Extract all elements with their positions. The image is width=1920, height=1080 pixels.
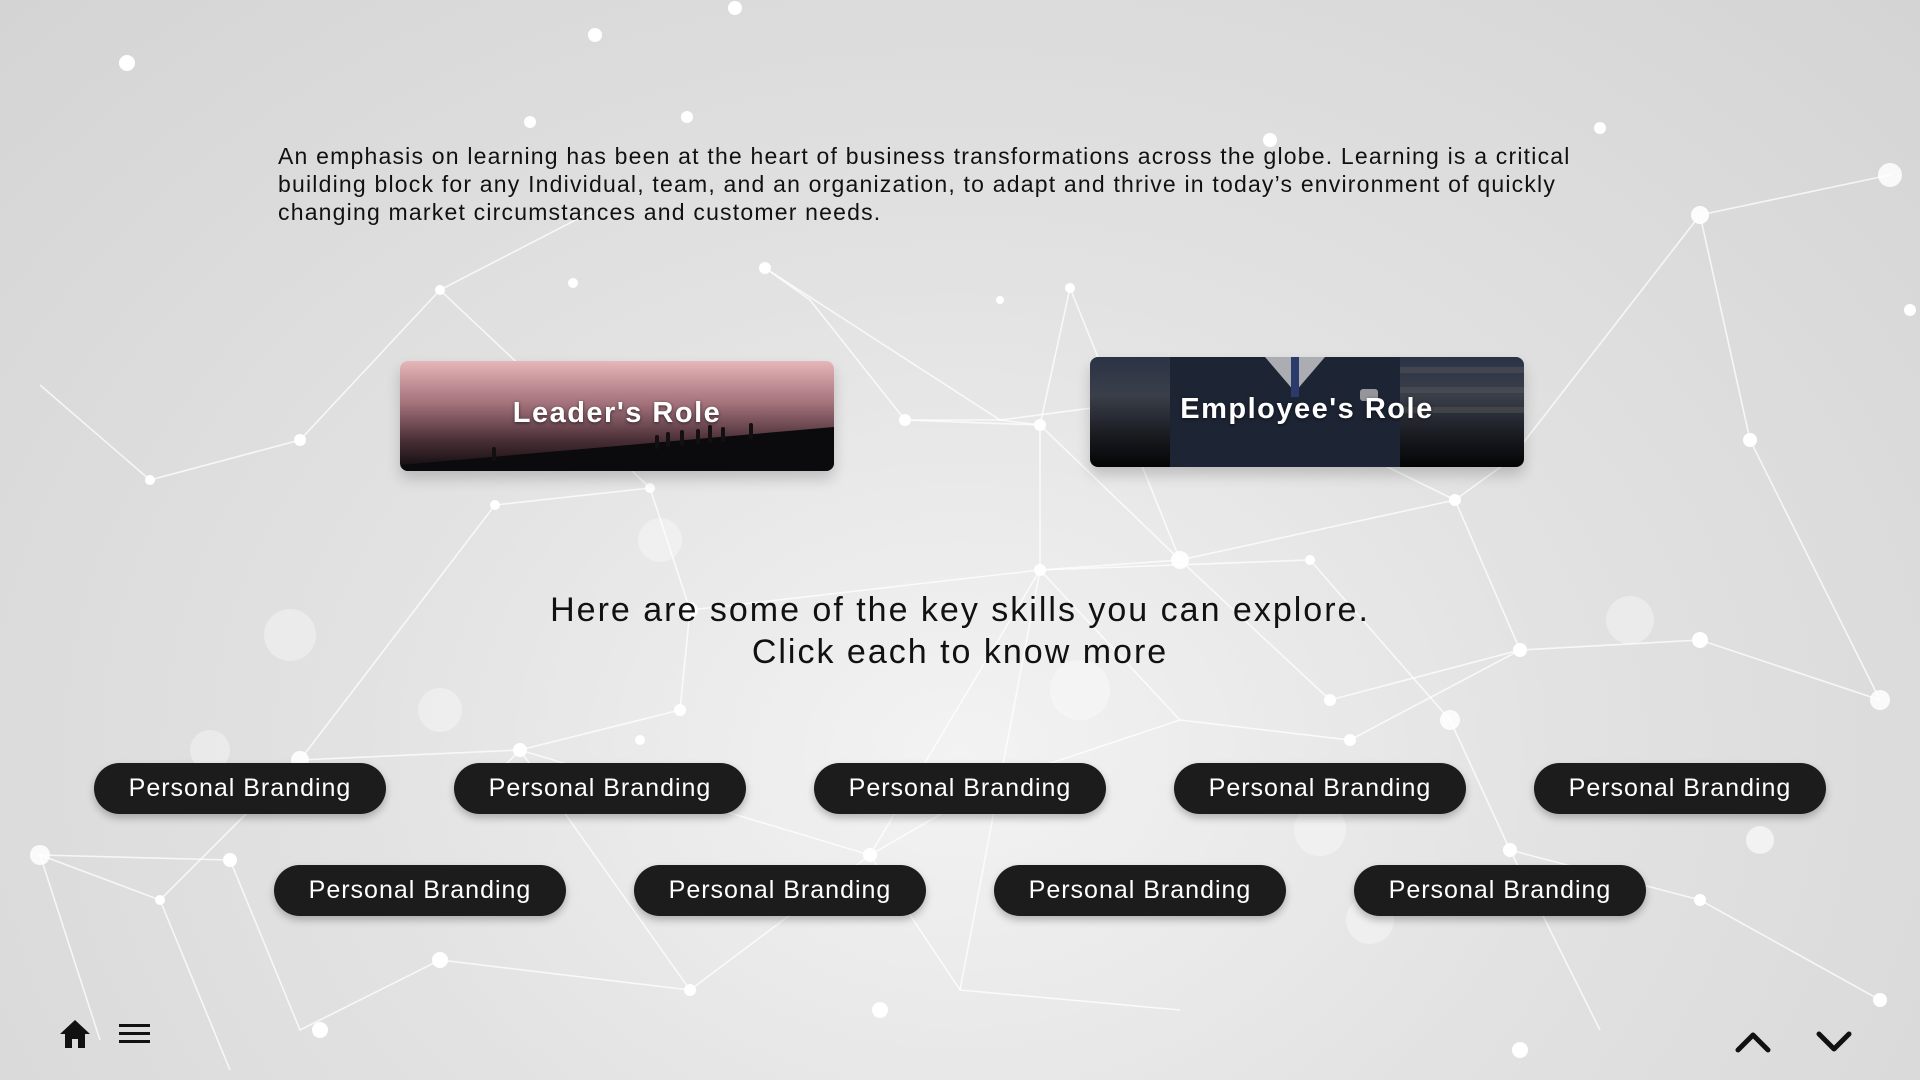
skills-prompt-line2: Click each to know more — [751, 633, 1169, 671]
employees-role-label: Employee's Role — [1180, 393, 1434, 425]
skill-button[interactable]: Personal Branding — [634, 865, 926, 916]
skill-button[interactable]: Personal Branding — [94, 763, 386, 814]
skills-prompt-line1: Here are some of the key skills you can … — [550, 591, 1370, 629]
skill-button[interactable]: Personal Branding — [814, 763, 1106, 814]
skill-button[interactable]: Personal Branding — [454, 763, 746, 814]
leaders-role-card[interactable]: Leader's Role — [400, 361, 834, 471]
intro-paragraph: An emphasis on learning has been at the … — [278, 143, 1571, 225]
chevron-down-icon[interactable] — [1815, 1026, 1853, 1056]
skill-button[interactable]: Personal Branding — [994, 865, 1286, 916]
home-icon[interactable] — [58, 1018, 92, 1050]
skill-button[interactable]: Personal Branding — [1534, 763, 1826, 814]
skill-button[interactable]: Personal Branding — [1354, 865, 1646, 916]
hamburger-menu-icon[interactable] — [118, 1020, 152, 1048]
chevron-up-icon[interactable] — [1734, 1026, 1772, 1056]
leaders-role-label: Leader's Role — [512, 397, 722, 429]
employees-role-card[interactable]: Employee's Role — [1090, 357, 1524, 467]
skill-button[interactable]: Personal Branding — [274, 865, 566, 916]
skill-button[interactable]: Personal Branding — [1174, 763, 1466, 814]
slide: An emphasis on learning has been at the … — [0, 0, 1920, 1080]
